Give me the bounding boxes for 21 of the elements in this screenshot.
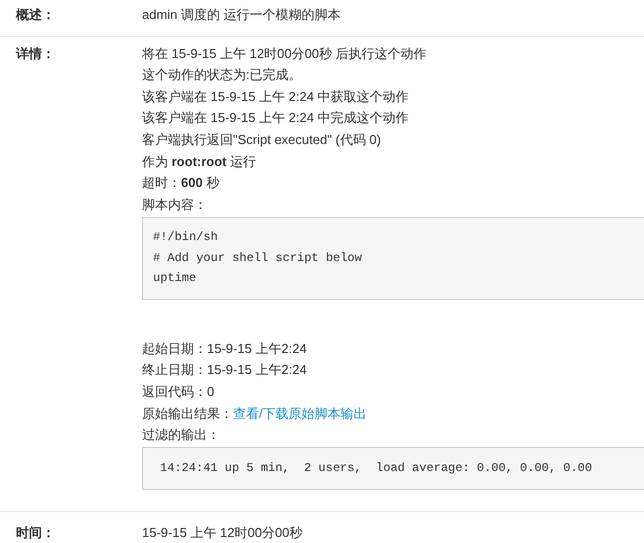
detail-text: 这个动作的状态为:已完成。 (142, 66, 302, 84)
field-label: 详情： (16, 44, 56, 63)
detail-text: 客户端执行返回"Script executed" (代码 0) (142, 130, 381, 149)
script-label: 脚本内容： (142, 196, 207, 214)
field-label: 时间： (16, 524, 56, 542)
result-text: 起始日期：15-9-15 上午2:24 (142, 340, 307, 358)
detail-text: 该客户端在 15-9-15 上午 2:24 中完成这个动作 (142, 109, 409, 128)
field-label: 概述： (16, 6, 56, 24)
summary-text: admin 调度的 运行一个模糊的脚本 (142, 6, 341, 24)
script-code-block: #!/bin/sh # Add your shell script below uptime (142, 217, 644, 300)
result-text: 终止日期：15-9-15 上午2:24 (142, 361, 307, 380)
raw-output-link[interactable]: 查看/下载原始脚本输出 (233, 406, 367, 421)
result-text: 返回代码：0 (142, 383, 214, 402)
output-code-block: 14:24:41 up 5 min, 2 users, load average: 0.00, 0.00, 0.00 (142, 446, 644, 490)
time-text: 15-9-15 上午 12时00分00秒 (142, 524, 302, 542)
detail-text: 将在 15-9-15 上午 12时00分00秒 后执行这个动作 (142, 44, 427, 63)
detail-text: 作为 root:root 运行 (142, 152, 256, 171)
raw-output-label: 原始输出结果： (142, 406, 233, 421)
detail-text: 该客户端在 15-9-15 上午 2:24 中获取这个动作 (142, 88, 409, 106)
filtered-output-label: 过滤的输出： (142, 426, 220, 444)
detail-text: 超时：600 秒 (142, 174, 220, 192)
